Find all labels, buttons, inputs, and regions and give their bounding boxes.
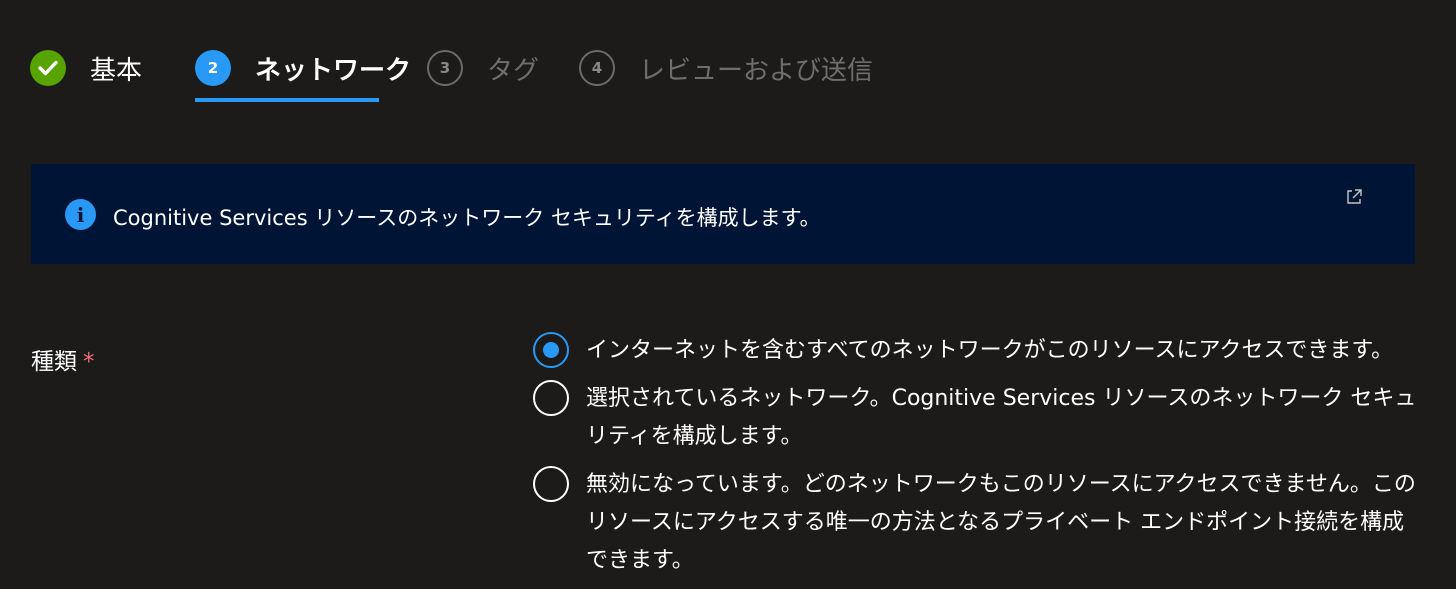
radio-unselected-icon[interactable] [533,466,569,502]
radio-option-label: 選択されているネットワーク。Cognitive Services リソースのネッ… [586,386,1417,449]
radio-dot [543,342,559,358]
step-tags-label: タグ [487,55,540,86]
step-review[interactable]: 4 レビューおよび送信 [579,46,873,90]
radio-option-all-networks[interactable]: インターネットを含むすべてのネットワークがこのリソースにアクセスできます。 [533,332,1433,370]
type-field-label: 種類 * [31,342,95,376]
type-label-text: 種類 [31,349,77,375]
step-network[interactable]: 2 ネットワーク [195,46,427,102]
radio-unselected-icon[interactable] [533,380,569,416]
info-icon: i [65,199,96,230]
info-banner-text: Cognitive Services リソースのネットワーク セキュリティを構成… [113,206,821,230]
step-basics[interactable]: 基本 [30,46,195,90]
info-banner: i Cognitive Services リソースのネットワーク セキュリティを… [31,164,1415,264]
external-link-icon[interactable] [1345,188,1363,206]
step-review-number: 4 [579,50,615,86]
radio-selected-icon[interactable] [533,332,569,368]
create-resource-page: 基本 2 ネットワーク 3 タグ 4 レビューおよび送信 i Cognitive… [0,0,1456,589]
active-step-underline [195,98,379,102]
required-asterisk: * [83,349,95,375]
network-access-radio-group: インターネットを含むすべてのネットワークがこのリソースにアクセスできます。 選択… [533,332,1433,580]
checkmark-icon [30,50,66,86]
wizard-steps: 基本 2 ネットワーク 3 タグ 4 レビューおよび送信 [30,46,873,102]
radio-option-selected-networks[interactable]: 選択されているネットワーク。Cognitive Services リソースのネッ… [533,380,1433,456]
radio-option-disabled[interactable]: 無効になっています。どのネットワークもこのリソースにアクセスできません。このリソ… [533,466,1433,580]
step-tags[interactable]: 3 タグ [427,46,579,90]
radio-option-label: インターネットを含むすべてのネットワークがこのリソースにアクセスできます。 [586,338,1394,363]
radio-option-label: 無効になっています。どのネットワークもこのリソースにアクセスできません。このリソ… [586,472,1416,573]
step-review-label: レビューおよび送信 [639,55,874,86]
step-network-number: 2 [195,50,231,86]
step-tags-number: 3 [427,50,463,86]
step-network-label: ネットワーク [255,55,412,86]
step-basics-label: 基本 [90,55,143,86]
